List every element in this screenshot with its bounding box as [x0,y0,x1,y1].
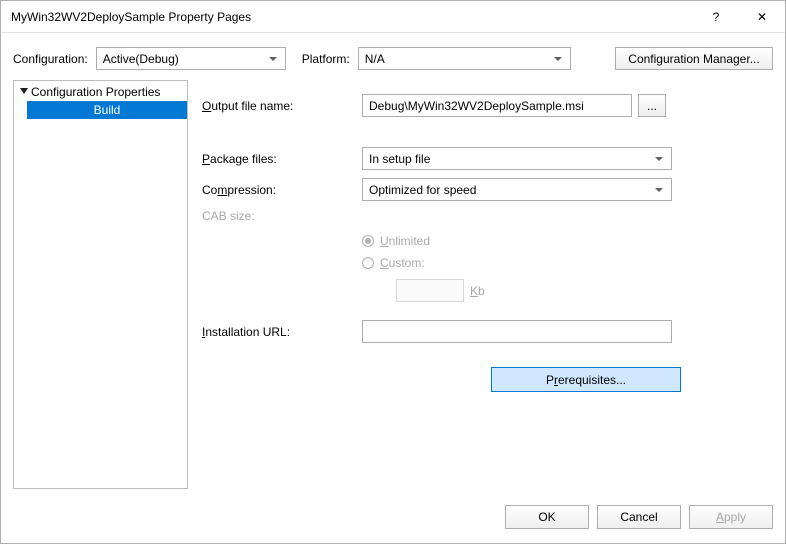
configuration-value: Active(Debug) [103,52,179,66]
radio-icon [362,257,374,269]
package-files-label: Package files: [202,152,362,166]
configuration-manager-button[interactable]: Configuration Manager... [615,47,773,70]
configuration-label: Configuration: [13,52,88,66]
cancel-button[interactable]: Cancel [597,505,681,529]
tree-node-build[interactable]: Build [27,101,187,119]
build-form: Output file name: Debug\MyWin32WV2Deploy… [202,80,773,489]
installation-url-input[interactable] [362,320,672,343]
platform-value: N/A [365,52,385,66]
cab-unlimited-radio: Unlimited [362,231,773,251]
tree-node-configuration-properties[interactable]: Configuration Properties [14,83,187,101]
cab-custom-radio: Custom: [362,253,773,273]
window-title: MyWin32WV2DeploySample Property Pages [1,10,693,24]
close-button[interactable]: ✕ [739,1,785,33]
dialog-footer: OK Cancel Apply [1,495,785,543]
tree-node-label: Build [94,103,121,117]
expand-collapse-icon[interactable] [20,88,28,94]
platform-select[interactable]: N/A [358,47,571,70]
radio-icon [362,235,374,247]
ok-button[interactable]: OK [505,505,589,529]
cab-custom-size-row: Kb [396,279,773,302]
tree-node-label: Configuration Properties [31,85,160,99]
property-pages-window: MyWin32WV2DeploySample Property Pages ? … [0,0,786,544]
radio-unlimited-label: Unlimited [380,234,430,248]
browse-output-button[interactable]: ... [638,94,666,117]
tree-view[interactable]: Configuration Properties Build [13,80,188,489]
radio-custom-label: Custom: [380,256,425,270]
installation-url-label: Installation URL: [202,325,362,339]
output-file-name-input[interactable]: Debug\MyWin32WV2DeploySample.msi [362,94,632,117]
compression-label: Compression: [202,183,362,197]
output-file-name-label: Output file name: [202,99,362,113]
titlebar: MyWin32WV2DeploySample Property Pages ? … [1,1,785,33]
package-files-value: In setup file [369,152,430,166]
configuration-select[interactable]: Active(Debug) [96,47,286,70]
cab-custom-size-input [396,279,464,302]
kb-label: Kb [470,284,485,298]
platform-label: Platform: [302,52,350,66]
body-area: Configuration Properties Build Output fi… [1,80,785,495]
cab-size-label: CAB size: [202,209,362,223]
config-row: Configuration: Active(Debug) Platform: N… [1,33,785,80]
apply-button: Apply [689,505,773,529]
prerequisites-button[interactable]: Prerequisites... [491,367,681,392]
compression-value: Optimized for speed [369,183,476,197]
help-button[interactable]: ? [693,1,739,33]
package-files-select[interactable]: In setup file [362,147,672,170]
compression-select[interactable]: Optimized for speed [362,178,672,201]
